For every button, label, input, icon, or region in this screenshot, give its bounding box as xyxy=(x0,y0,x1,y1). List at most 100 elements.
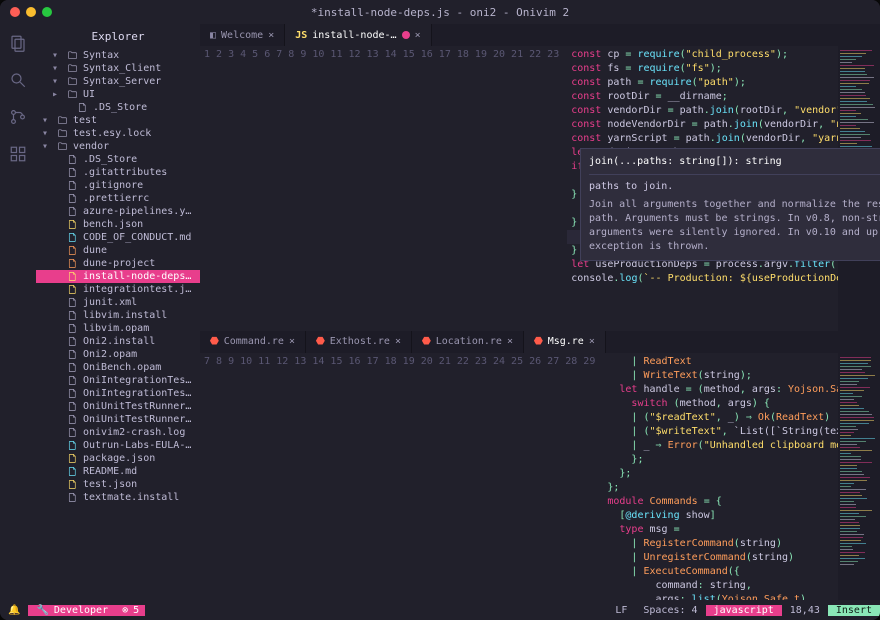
tree-file[interactable]: install-node-deps.js xyxy=(36,270,200,283)
editor-tab[interactable]: ⬣Command.re× xyxy=(200,331,306,353)
file-icon xyxy=(66,297,78,308)
tree-folder[interactable]: ▾vendor xyxy=(36,140,200,153)
tree-folder[interactable]: ▾Syntax xyxy=(36,49,200,62)
file-icon xyxy=(66,414,78,425)
tree-file[interactable]: dune xyxy=(36,244,200,257)
tree-file[interactable]: README.md xyxy=(36,465,200,478)
tree-label: README.md xyxy=(83,466,196,477)
file-icon xyxy=(66,362,78,373)
status-position[interactable]: 18,43 xyxy=(782,605,828,616)
tree-folder[interactable]: ▾test.esy.lock xyxy=(36,127,200,140)
status-language[interactable]: javascript xyxy=(706,605,782,616)
tree-file[interactable]: dune-project xyxy=(36,257,200,270)
tree-file[interactable]: textmate.install xyxy=(36,491,200,504)
close-icon[interactable]: × xyxy=(395,336,401,347)
hover-signature: join(...paths: string[]): string xyxy=(589,155,782,169)
tree-file[interactable]: .prettierrc xyxy=(36,192,200,205)
tree-label: onivim2-crash.log xyxy=(83,427,196,438)
minimize-window[interactable] xyxy=(26,7,36,17)
tab-label: Location.re xyxy=(436,336,502,347)
status-spaces[interactable]: Spaces: 4 xyxy=(635,605,705,616)
tree-file[interactable]: Outrun-Labs-EULA-v1.1.md xyxy=(36,439,200,452)
tree-label: package.json xyxy=(83,453,196,464)
mode-developer[interactable]: 🔧Developer xyxy=(28,605,116,616)
tree-file[interactable]: integrationtest.json xyxy=(36,283,200,296)
chevron-icon: ▾ xyxy=(42,141,51,152)
file-icon xyxy=(66,453,78,464)
tree-folder[interactable]: ▾Syntax_Client xyxy=(36,62,200,75)
tree-label: install-node-deps.js xyxy=(83,271,196,282)
chevron-icon: ▾ xyxy=(42,115,51,126)
tree-label: Syntax_Server xyxy=(83,76,196,87)
tree-file[interactable]: .DS_Store xyxy=(36,101,200,114)
editor-tab[interactable]: ◧Welcome× xyxy=(200,24,285,46)
file-icon xyxy=(66,271,78,282)
error-count[interactable]: ⊗5 xyxy=(116,605,145,616)
titlebar: *install-node-deps.js - oni2 - Onivim 2 xyxy=(0,0,880,24)
close-icon[interactable]: × xyxy=(268,30,274,41)
close-window[interactable] xyxy=(10,7,20,17)
tree-file[interactable]: libvim.install xyxy=(36,309,200,322)
file-icon xyxy=(66,232,78,243)
status-mode[interactable]: Insert xyxy=(828,605,880,616)
tree-folder[interactable]: ▸UI xyxy=(36,88,200,101)
extensions-icon[interactable] xyxy=(9,145,27,166)
file-icon xyxy=(66,206,78,217)
bell-icon[interactable]: 🔔 xyxy=(0,605,28,616)
editor-tab[interactable]: ⬣Msg.re× xyxy=(524,331,606,353)
maximize-window[interactable] xyxy=(42,7,52,17)
file-icon xyxy=(66,167,78,178)
signature-hover: join(...paths: string[]): string‹ 1/1 › … xyxy=(580,148,880,261)
file-icon xyxy=(66,492,78,503)
tree-label: OniIntegrationTests.install xyxy=(83,375,196,386)
tree-label: textmate.install xyxy=(83,492,196,503)
tab-label: Command.re xyxy=(224,336,284,347)
tree-file[interactable]: .gitattributes xyxy=(36,166,200,179)
tree-file[interactable]: OniIntegrationTests.install xyxy=(36,374,200,387)
tree-folder[interactable]: ▾Syntax_Server xyxy=(36,75,200,88)
tree-label: Syntax_Client xyxy=(83,63,196,74)
tree-label: bench.json xyxy=(83,219,196,230)
line-gutter: 7 8 9 10 11 12 13 14 15 16 17 18 19 20 2… xyxy=(200,353,603,600)
tree-file[interactable]: OniIntegrationTests.opam xyxy=(36,387,200,400)
tree-file[interactable]: .DS_Store xyxy=(36,153,200,166)
file-icon xyxy=(66,466,78,477)
tree-file[interactable]: Oni2.install xyxy=(36,335,200,348)
scm-icon[interactable] xyxy=(9,108,27,129)
close-icon[interactable]: × xyxy=(589,336,595,347)
file-icon xyxy=(66,479,78,490)
tree-file[interactable]: .gitignore xyxy=(36,179,200,192)
close-icon[interactable]: × xyxy=(289,336,295,347)
tree-file[interactable]: OniBench.opam xyxy=(36,361,200,374)
tree-folder[interactable]: ▾test xyxy=(36,114,200,127)
chevron-icon: ▾ xyxy=(42,128,51,139)
tree-file[interactable]: libvim.opam xyxy=(36,322,200,335)
tree-label: Oni2.opam xyxy=(83,349,196,360)
chevron-icon: ▾ xyxy=(52,50,61,61)
minimap-bottom[interactable] xyxy=(838,353,880,600)
tree-file[interactable]: OniUnitTestRunner.opam xyxy=(36,413,200,426)
search-icon[interactable] xyxy=(9,71,27,92)
file-icon xyxy=(66,219,78,230)
close-icon[interactable]: × xyxy=(507,336,513,347)
editor-tab[interactable]: JSinstall-node-…× xyxy=(285,24,431,46)
tree-label: junit.xml xyxy=(83,297,196,308)
tree-file[interactable]: azure-pipelines.yml xyxy=(36,205,200,218)
tree-file[interactable]: OniUnitTestRunner.install xyxy=(36,400,200,413)
tree-file[interactable]: bench.json xyxy=(36,218,200,231)
tree-file[interactable]: Oni2.opam xyxy=(36,348,200,361)
tree-file[interactable]: package.json xyxy=(36,452,200,465)
file-icon xyxy=(66,180,78,191)
tree-label: dune-project xyxy=(83,258,196,269)
status-eol[interactable]: LF xyxy=(607,605,635,616)
editor-tab[interactable]: ⬣Exthost.re× xyxy=(306,331,412,353)
close-icon[interactable]: × xyxy=(415,30,421,41)
code-editor-bottom[interactable]: | ReadText | WriteText(string); let hand… xyxy=(603,353,838,600)
tree-file[interactable]: CODE_OF_CONDUCT.md xyxy=(36,231,200,244)
tree-file[interactable]: test.json xyxy=(36,478,200,491)
tree-file[interactable]: onivim2-crash.log xyxy=(36,426,200,439)
file-icon xyxy=(66,323,78,334)
editor-tab[interactable]: ⬣Location.re× xyxy=(412,331,524,353)
files-icon[interactable] xyxy=(9,34,27,55)
tree-file[interactable]: junit.xml xyxy=(36,296,200,309)
